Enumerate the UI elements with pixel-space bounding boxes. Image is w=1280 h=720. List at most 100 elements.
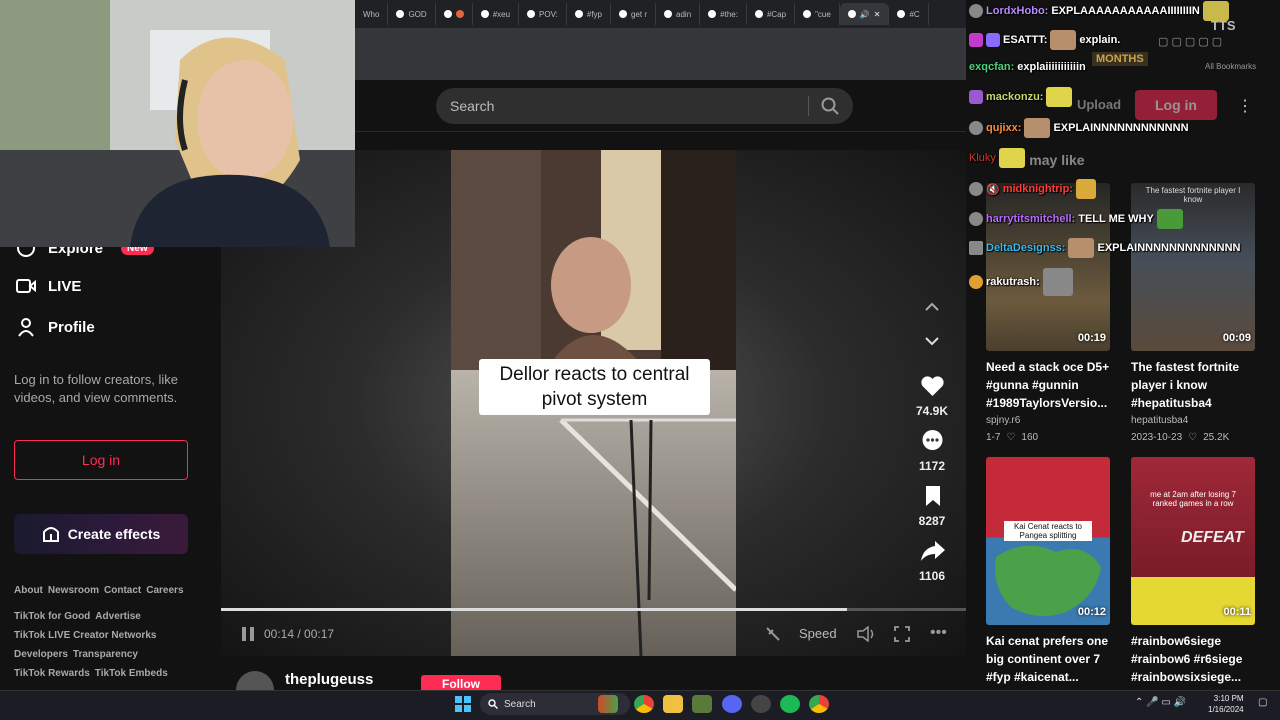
app-icon[interactable] xyxy=(751,695,771,713)
chat-message: qujixx: EXPLAINNNNNNNNNNNN xyxy=(969,118,1189,138)
pip-icon[interactable] xyxy=(765,626,781,642)
footer-link[interactable]: Contact xyxy=(104,585,141,596)
windows-start-icon[interactable] xyxy=(455,696,471,712)
emoji-icon xyxy=(455,10,464,18)
browser-tab[interactable]: GOD xyxy=(388,3,436,25)
tiktok-icon xyxy=(803,10,812,18)
sub-badge-icon xyxy=(969,33,983,47)
footer-link[interactable]: Developers xyxy=(14,649,68,660)
footer-links-row: About Newsroom Contact Careers xyxy=(14,585,184,596)
close-tab-icon[interactable]: ✕ xyxy=(874,10,881,19)
tiktok-icon xyxy=(396,10,405,18)
video-title[interactable]: The fastest fortnite player i know #hepa… xyxy=(1131,358,1259,412)
emote-icon xyxy=(998,148,1025,168)
taskbar-clock[interactable]: 3:10 PM 1/16/2024 xyxy=(1208,693,1244,715)
user-badge-icon xyxy=(969,241,983,255)
video-caption: Dellor reacts to central pivot system xyxy=(479,359,710,415)
video-title[interactable]: Need a stack oce D5+ #gunna #gunnin #198… xyxy=(986,358,1114,412)
footer-link[interactable]: Transparency xyxy=(73,649,138,660)
bookmark-count: 8287 xyxy=(918,514,946,528)
chrome-icon[interactable] xyxy=(809,695,829,713)
chat-message: rakutrash: xyxy=(969,268,1073,296)
taskbar-widget-icon[interactable] xyxy=(598,695,618,713)
bookmarks-link[interactable]: All Bookmarks xyxy=(1205,62,1256,71)
app-icon[interactable] xyxy=(692,695,712,713)
video-thumbnail[interactable]: Kai Cenat reacts to Pangea splitting 00:… xyxy=(986,457,1110,625)
more-options-icon[interactable]: ••• xyxy=(930,624,947,642)
live-icon xyxy=(16,279,36,293)
author-name[interactable]: theplugeuss xyxy=(285,671,373,688)
user-badge-icon xyxy=(969,182,983,196)
avatar[interactable] xyxy=(236,671,274,690)
video-title[interactable]: #rainbow6siege #rainbow6 #r6siege #rainb… xyxy=(1131,632,1259,686)
discord-icon[interactable] xyxy=(722,695,742,713)
user-badge-icon xyxy=(969,275,983,289)
user-badge-icon xyxy=(986,33,1000,47)
tiktok-icon xyxy=(708,10,717,18)
effects-icon xyxy=(42,527,59,542)
chat-message: mackonzu: xyxy=(969,87,1073,107)
share-count: 1106 xyxy=(918,569,946,583)
browser-tab[interactable]: Who xyxy=(355,3,389,25)
spotify-icon[interactable] xyxy=(780,695,800,713)
footer-link[interactable]: TikTok for Good xyxy=(14,611,90,622)
footer-link[interactable]: TikTok Rewards xyxy=(14,668,90,679)
follow-button[interactable]: Follow xyxy=(421,675,501,690)
chevron-up-icon[interactable] xyxy=(922,300,942,314)
browser-tab[interactable]: #fyp xyxy=(567,3,611,25)
browser-tab[interactable]: get r xyxy=(611,3,657,25)
browser-tab-strip: Who GOD #xeu POV: #fyp get r adin #the: … xyxy=(355,0,967,28)
video-author: hepatitusba4 xyxy=(1131,415,1189,426)
browser-tab[interactable] xyxy=(436,3,473,25)
browser-tab-active[interactable]: 🔊 ✕ xyxy=(839,3,890,25)
video-title[interactable]: Kai cenat prefers one big continent over… xyxy=(986,632,1114,686)
browser-tab[interactable]: #C xyxy=(889,3,929,25)
emote-icon xyxy=(1075,179,1096,199)
chrome-icon[interactable] xyxy=(634,695,654,713)
search-input[interactable]: Search xyxy=(436,88,853,124)
file-explorer-icon[interactable] xyxy=(663,695,683,713)
fullscreen-icon[interactable] xyxy=(894,626,910,642)
create-effects-button[interactable]: Create effects xyxy=(14,514,188,554)
video-meta: 1-7 ♡ 160 xyxy=(986,432,1039,443)
search-icon[interactable] xyxy=(821,97,839,115)
pause-icon[interactable] xyxy=(240,626,256,642)
speed-button[interactable]: Speed xyxy=(799,626,837,641)
browser-tab[interactable]: POV: xyxy=(519,3,567,25)
header-login-button[interactable]: Log in xyxy=(1135,90,1217,120)
share-icon[interactable] xyxy=(920,540,946,562)
browser-tab[interactable]: #the: xyxy=(700,3,747,25)
notification-icon[interactable]: ▢ xyxy=(1258,697,1267,708)
sidebar-item-live[interactable]: LIVE xyxy=(16,277,81,295)
system-tray-icons[interactable]: ⌃ 🎤 ▭ 🔊 xyxy=(1135,697,1186,708)
chat-message: Kluky xyxy=(969,148,1025,168)
footer-link[interactable]: Newsroom xyxy=(48,585,99,596)
browser-tab[interactable]: adin xyxy=(656,3,701,25)
chat-message: LordxHobo: EXPLAAAAAAAAAAAIIIIIIIIN xyxy=(969,1,1229,21)
footer-link[interactable]: TikTok Embeds xyxy=(95,668,168,679)
sidebar-login-button[interactable]: Log in xyxy=(14,440,188,480)
upload-button[interactable]: Upload xyxy=(1069,97,1129,114)
speaker-icon: 🔊 xyxy=(859,9,870,19)
footer-link[interactable]: TikTok LIVE Creator Networks xyxy=(14,630,156,641)
sidebar-item-profile[interactable]: Profile xyxy=(16,317,95,337)
chevron-down-icon[interactable] xyxy=(922,334,942,348)
video-thumbnail[interactable]: me at 2am after losing 7 ranked games in… xyxy=(1131,457,1255,625)
emote-icon xyxy=(1156,209,1183,229)
more-vertical-icon[interactable]: ⋮ xyxy=(1237,96,1253,116)
tiktok-icon xyxy=(527,10,536,18)
volume-icon[interactable] xyxy=(857,626,877,642)
bookmark-icon[interactable] xyxy=(924,485,942,507)
chat-message: exqcfan: explaiiiiiiiiiiin xyxy=(969,61,1086,73)
tiktok-icon xyxy=(664,10,673,18)
browser-tab[interactable]: "cue xyxy=(795,3,840,25)
chat-message: harrytitsmitchell: TELL ME WHY xyxy=(969,209,1183,229)
footer-link[interactable]: About xyxy=(14,585,43,596)
footer-link[interactable]: Careers xyxy=(146,585,183,596)
footer-link[interactable]: Advertise xyxy=(95,611,141,622)
address-bar-area xyxy=(355,28,967,80)
browser-tab[interactable]: #Cap xyxy=(747,3,796,25)
heart-icon[interactable] xyxy=(920,375,945,397)
comment-icon[interactable] xyxy=(921,429,944,452)
browser-tab[interactable]: #xeu xyxy=(473,3,520,25)
